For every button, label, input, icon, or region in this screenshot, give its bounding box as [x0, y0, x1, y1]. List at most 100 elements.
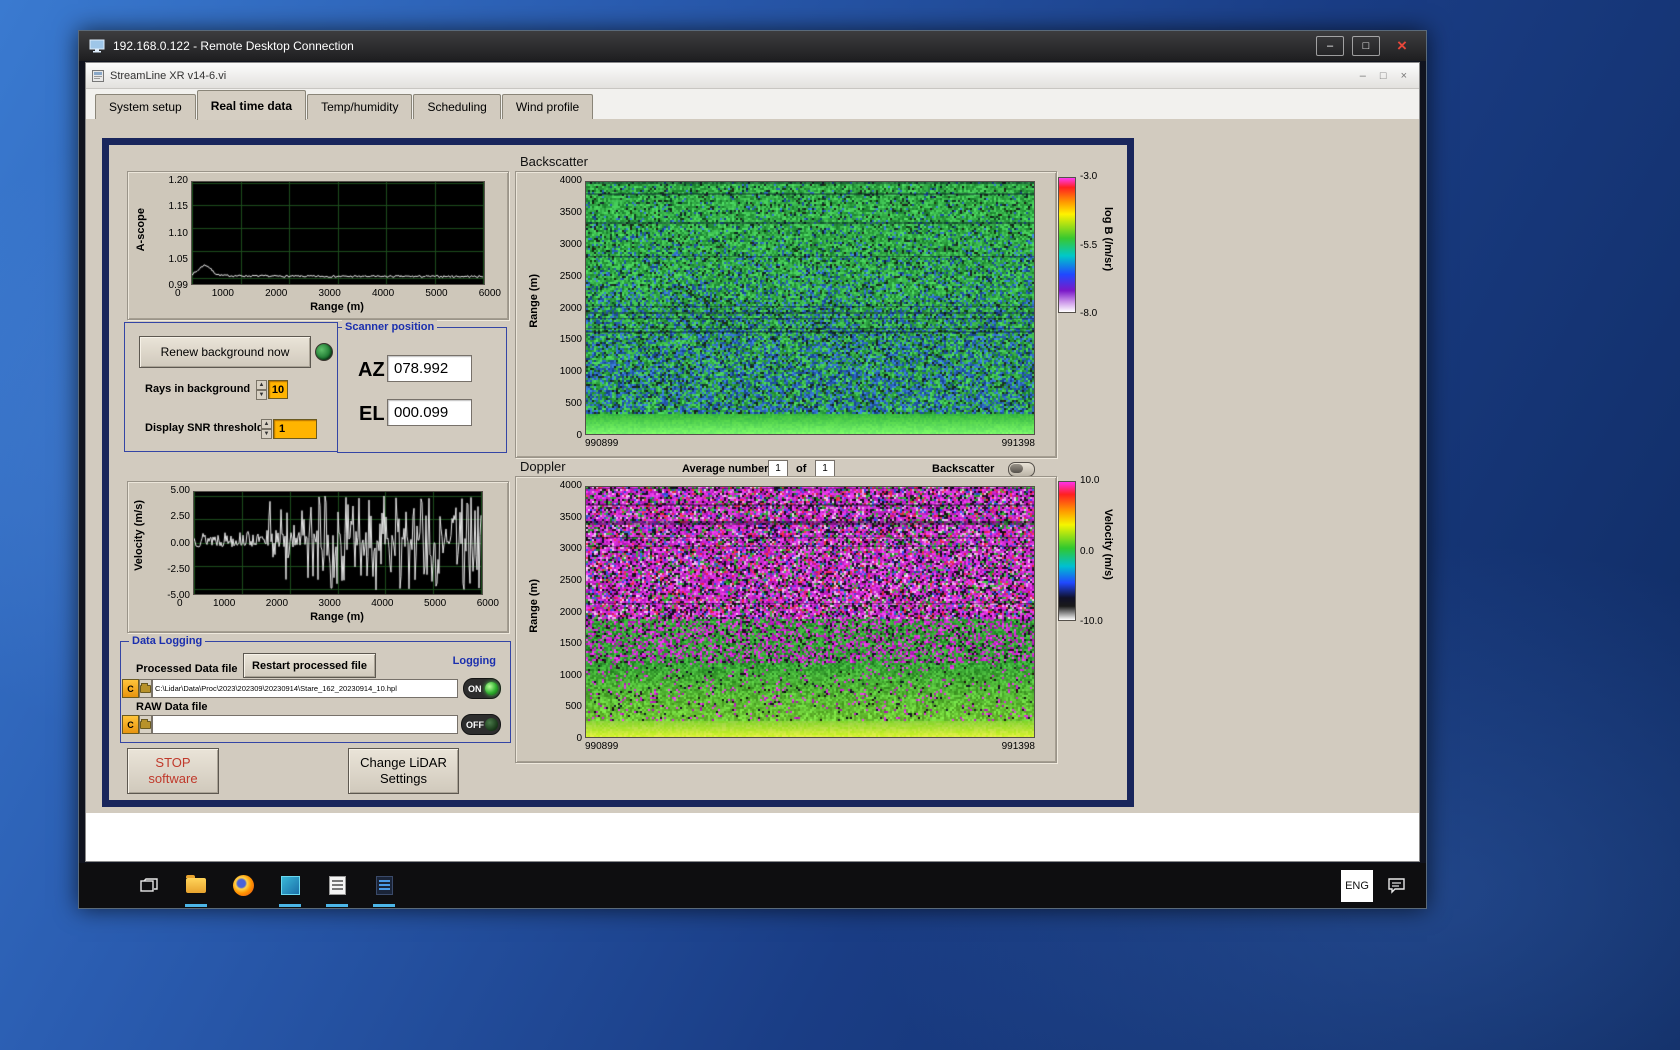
action-center-icon[interactable] [1387, 877, 1406, 894]
on-led-icon [485, 682, 498, 695]
spin-down-icon[interactable]: ▼ [261, 429, 272, 439]
doppler-heatmap-canvas [586, 487, 1034, 737]
tick-label: 0.00 [170, 537, 190, 549]
folder-icon [140, 682, 151, 693]
spin-down-icon[interactable]: ▼ [256, 390, 267, 400]
snr-spinner[interactable]: ▲ ▼ [261, 419, 272, 439]
tick-label: 6000 [478, 288, 501, 299]
backscatter-toggle-knob [1010, 464, 1023, 473]
data-logging-title: Data Logging [129, 634, 206, 648]
tick-label: 3000 [318, 288, 341, 299]
off-led-icon [485, 718, 498, 731]
tick-label: 1000 [559, 669, 582, 681]
tick-label: 4000 [559, 175, 582, 186]
tick-label: 2000 [559, 302, 582, 314]
close-button[interactable]: × [1388, 36, 1416, 55]
on-label: ON [468, 683, 482, 694]
tick-label: 1.05 [168, 253, 188, 265]
file-explorer-button[interactable] [184, 863, 208, 908]
average-count-field[interactable]: 1 [815, 460, 835, 477]
velocity-y-ticks: 5.00 2.50 0.00 -2.50 -5.00 [150, 485, 190, 601]
backscatter-colorbar-label: log B (/m/sr) [1102, 207, 1114, 272]
task-view-button[interactable] [137, 863, 161, 908]
spin-up-icon[interactable]: ▲ [256, 380, 267, 390]
maximize-button[interactable]: □ [1352, 36, 1380, 56]
rdp-window: 192.168.0.122 - Remote Desktop Connectio… [78, 30, 1427, 909]
desktop: 192.168.0.122 - Remote Desktop Connectio… [0, 0, 1680, 1050]
doppler-y-ticks: 4000 3500 3000 2500 2000 1500 1000 500 0 [544, 480, 582, 744]
photos-icon [280, 876, 300, 895]
processed-logging-toggle[interactable]: ON [463, 678, 501, 699]
backscatter-plot-frame: Range (m) 4000 3500 3000 2500 2000 1500 1000 50… [515, 171, 1057, 458]
app-minimize-button[interactable]: – [1360, 70, 1366, 82]
az-value-field[interactable]: 078.992 [387, 355, 472, 382]
streamline-app-window: StreamLine XR v14-6.vi – □ × System setu… [85, 62, 1420, 862]
data-viewer-icon [375, 876, 393, 895]
tab-strip: System setup Real time data Temp/humidit… [86, 89, 1419, 120]
tab-wind-profile[interactable]: Wind profile [501, 94, 594, 119]
tick-label: 0 [576, 430, 582, 441]
remote-desktop-icon [89, 39, 105, 53]
tick-label: 4000 [371, 288, 395, 299]
tick-label: 1500 [559, 638, 582, 650]
snr-threshold-field[interactable]: 1 [273, 419, 317, 439]
minimize-button[interactable]: – [1316, 36, 1344, 56]
tick-label: 5000 [423, 598, 447, 609]
stop-button-line1: STOP [155, 755, 191, 770]
scanner-position-box: Scanner position AZ 078.992 EL 000.099 [337, 320, 507, 453]
tab-system-setup[interactable]: System setup [95, 94, 196, 119]
tab-scheduling[interactable]: Scheduling [413, 94, 501, 119]
doppler-colorbar-label: Velocity (m/s) [1102, 509, 1114, 580]
processed-data-file-label: Processed Data file [136, 663, 238, 675]
firefox-icon [232, 875, 254, 896]
tick-label: 2000 [265, 288, 288, 299]
app-titlebar: StreamLine XR v14-6.vi – □ × [86, 63, 1419, 89]
raw-browse-button[interactable] [139, 715, 152, 734]
app-close-button[interactable]: × [1401, 70, 1407, 82]
language-indicator[interactable]: ENG [1341, 869, 1373, 902]
velocity-trace-canvas [194, 492, 482, 594]
stop-software-button[interactable]: STOP software [127, 748, 219, 794]
tick-label: 2500 [559, 270, 582, 282]
tick-label: 1000 [211, 288, 234, 299]
renew-background-button[interactable]: Renew background now [139, 336, 311, 368]
raw-data-file-path[interactable] [152, 715, 458, 734]
scan-scheduler-button[interactable] [325, 863, 349, 908]
tick-label: 10.0 [1080, 475, 1100, 486]
backscatter-display-toggle[interactable] [1008, 462, 1035, 477]
backscatter-heatmap-canvas [586, 182, 1034, 434]
folder-icon [140, 718, 151, 729]
rays-spinner[interactable]: ▲ ▼ [256, 380, 267, 400]
processed-data-file-path[interactable]: C:\Lidar\Data\Proc\2023\202309\20230914\… [152, 679, 458, 698]
average-number-field[interactable]: 1 [768, 460, 788, 477]
el-value-field[interactable]: 000.099 [387, 399, 472, 426]
tick-label: 3500 [559, 511, 582, 523]
tab-real-time-data[interactable]: Real time data [196, 90, 307, 120]
data-logging-box: Data Logging Processed Data file Restart… [120, 634, 511, 743]
app-restore-button[interactable]: □ [1380, 70, 1387, 82]
remote-screen: StreamLine XR v14-6.vi – □ × System setu… [79, 61, 1426, 908]
tick-label: 2500 [559, 574, 582, 586]
app-window-controls: – □ × [1360, 70, 1413, 82]
photos-button[interactable] [278, 863, 302, 908]
logging-label: Logging [452, 655, 496, 667]
az-label: AZ [358, 359, 385, 381]
tick-label: 1000 [559, 366, 582, 378]
raw-logging-toggle[interactable]: OFF [461, 714, 501, 735]
stop-button-line2: software [148, 771, 198, 786]
restart-processed-file-button[interactable]: Restart processed file [243, 653, 376, 678]
change-lidar-settings-button[interactable]: Change LiDAR Settings [348, 748, 459, 794]
data-viewer-button[interactable] [372, 863, 396, 908]
tick-label: 500 [565, 398, 582, 410]
tab-temp-humidity[interactable]: Temp/humidity [307, 94, 413, 119]
velocity-plot [193, 491, 483, 595]
rays-in-background-field[interactable]: 10 [268, 380, 288, 399]
firefox-button[interactable] [231, 863, 255, 908]
real-time-data-panel: A-scope 1.20 1.15 1.10 1.05 0.99 0 1000 2000 30… [86, 119, 1419, 861]
rays-in-background-label: Rays in background [145, 383, 251, 395]
doppler-y-axis-label: Range (m) [528, 579, 540, 633]
spin-up-icon[interactable]: ▲ [261, 419, 272, 429]
settings-button-line1: Change LiDAR [360, 755, 447, 770]
backscatter-x-end: 991398 [1001, 438, 1035, 449]
processed-browse-button[interactable] [139, 679, 152, 698]
